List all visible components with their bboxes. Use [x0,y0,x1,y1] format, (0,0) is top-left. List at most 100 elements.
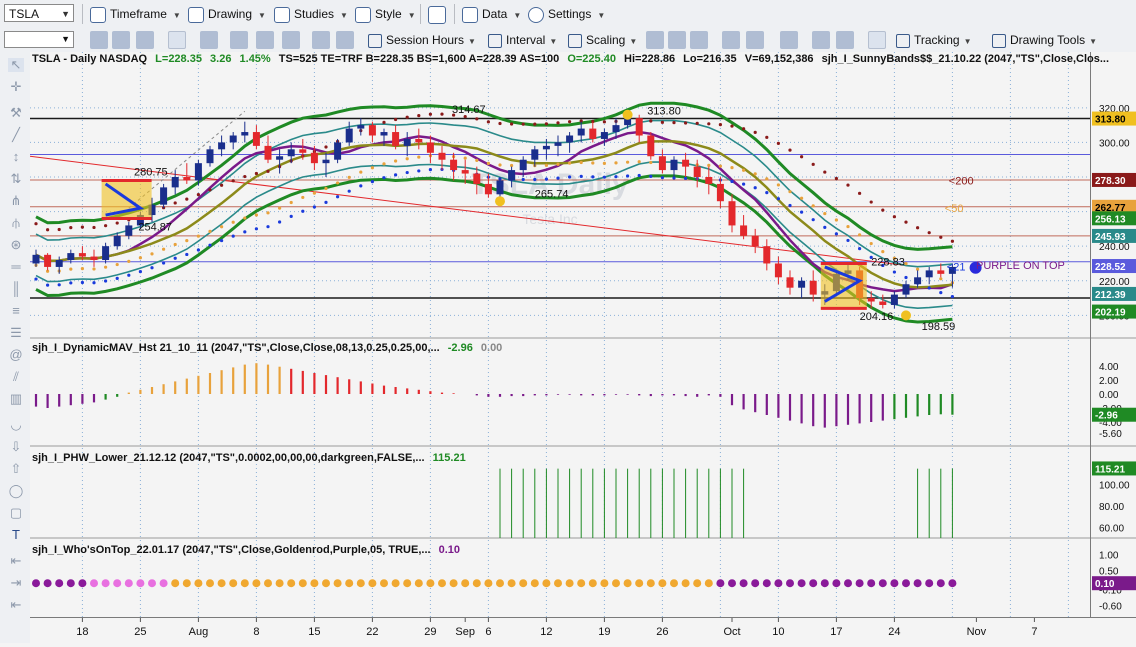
scaling-menu[interactable]: Scaling ▼ [568,31,637,49]
dmav-value: -2.96 [447,342,473,354]
tools-icon[interactable] [312,31,330,49]
candle-body [879,301,887,305]
camera-icon[interactable] [230,31,248,49]
bars-tool-icon[interactable]: ▥ [8,392,24,406]
dotted-ma-200 [660,120,665,124]
price-axis[interactable]: 320.00300.00280.00260.00240.00220.00200.… [1090,52,1136,617]
arc-icon[interactable]: ◡ [8,418,24,432]
arrow-up-icon[interactable]: ⇧ [8,462,24,476]
session-hours-menu[interactable]: Session Hours ▼ [368,31,476,49]
hline-icon[interactable]: ═ [8,260,24,274]
whosontop-dot [704,579,713,588]
whosontop-dot [832,579,841,588]
settings-menu[interactable]: Settings ▼ [528,4,605,24]
chart-type-2-icon[interactable] [746,31,764,49]
timeframe-select[interactable]: ▼ [4,31,74,48]
bar-style-icon[interactable] [668,31,686,49]
studies-menu[interactable]: Studies ▼ [274,4,348,24]
drawing-tools-menu[interactable]: Drawing Tools ▼ [992,31,1097,49]
annotation-label: 228.83 [871,256,905,268]
scroll-left-icon[interactable]: ⇤ [8,598,24,612]
chevron-down-icon[interactable]: ▼ [61,34,70,44]
candle-style-icon[interactable] [646,31,664,49]
dotted-ma-200 [46,228,50,232]
dotted-ma-21 [127,273,131,277]
dotted-ma-200 [800,155,804,159]
candle-body [322,159,330,164]
dotted-ma-50 [510,163,514,168]
zoom-in-icon[interactable] [812,31,830,49]
pointer-icon[interactable]: ↖ [8,58,24,72]
drawing-menu[interactable]: Drawing ▼ [188,4,266,24]
chevron-down-icon[interactable]: ▼ [61,5,70,23]
timeframe-menu[interactable]: Timeframe ▼ [90,4,181,24]
vline-icon[interactable]: ║ [8,282,24,296]
dotted-ma-21 [811,218,815,222]
whosontop-tick-label: -0.60 [1099,602,1122,613]
grid-icon[interactable] [136,31,154,49]
chart-type-3-icon[interactable] [780,31,798,49]
interval-menu[interactable]: Interval ▼ [488,31,557,49]
symbol-input[interactable]: TSLA ▼ [4,4,74,22]
chart-plot-area[interactable]: TSLA Daily Tesla Inc 314.67 313.80 280.75 254… [29,52,1090,617]
pitchfork-icon[interactable]: ⫛ [8,216,24,230]
dotted-ma-21 [138,270,142,274]
dotted-ma-21 [92,281,96,285]
whosontop-dot [878,579,887,588]
candle-body [508,170,516,181]
dotted-ma-21 [533,177,537,182]
whosontop-dot [229,579,238,588]
time-axis[interactable]: 18 25 Aug 8 15 22 29 Sep 6 12 19 26 Oct 10 17 24 Nov 7 [30,617,1136,644]
dotted-ma-200 [243,174,247,179]
regression-icon[interactable]: ⫽ [8,370,24,384]
style-menu[interactable]: Style ▼ [355,4,416,24]
chart-type-icon[interactable] [722,31,740,49]
annotation-label: <50 [945,203,964,215]
drawing-label: Drawing [208,7,253,21]
spiral-icon[interactable]: @ [8,348,24,362]
whosontop-dot [113,579,122,588]
line-tool-icon[interactable]: ╱ [8,128,24,142]
gann-icon[interactable]: ⊛ [8,238,24,252]
link-icon[interactable] [112,31,130,49]
chart-canvas[interactable]: TSLA DailyTesla Inc314.67 313.80280.75254… [29,52,1090,617]
panel-icon[interactable] [336,31,354,49]
refresh-icon[interactable] [90,31,108,49]
whosontop-dot [298,579,307,588]
tracking-menu[interactable]: Tracking ▼ [896,31,972,49]
print-icon[interactable] [282,31,300,49]
ray-tool-icon[interactable]: ↕ [8,150,24,164]
dotted-ma-200 [533,122,537,126]
whosontop-dot [159,579,168,588]
windows-button[interactable] [428,4,450,24]
dial-icon[interactable] [200,31,218,49]
dotted-ma-50 [626,160,630,164]
level-icon[interactable]: ≡ [8,304,24,318]
arrow-down-icon[interactable]: ⇩ [8,440,24,454]
crosshair-icon[interactable] [868,31,886,49]
data-menu[interactable]: Data ▼ [462,4,521,24]
rectangle-icon[interactable]: ▢ [8,506,24,520]
dotted-ma-21 [312,205,316,209]
candle-body [670,159,678,171]
expand-icon[interactable]: ⇥ [8,576,24,590]
channel-tool-icon[interactable]: ⇅ [8,172,24,186]
dotted-ma-200 [568,120,572,124]
dotted-ma-21 [730,179,734,184]
time-tick-label: Aug [189,626,209,638]
zoom-out-icon[interactable] [836,31,854,49]
annotation-label: 198.59 [922,321,956,333]
dotted-ma-200 [208,188,212,192]
text-lines-icon[interactable]: ☰ [8,326,24,340]
text-tool-icon[interactable]: T [8,528,24,542]
layout-icon[interactable] [256,31,274,49]
ohlc-style-icon[interactable] [690,31,708,49]
crosshair-tool-icon[interactable]: ✛ [8,80,24,94]
whosontop-dot [588,579,597,588]
fib-tool-icon[interactable]: ⋔ [8,194,24,208]
dotted-ma-21 [823,225,827,230]
wrench-icon[interactable]: ⚒ [8,106,24,120]
cursor-icon[interactable] [168,31,186,49]
collapse-icon[interactable]: ⇤ [8,554,24,568]
ellipse-icon[interactable]: ◯ [8,484,24,498]
